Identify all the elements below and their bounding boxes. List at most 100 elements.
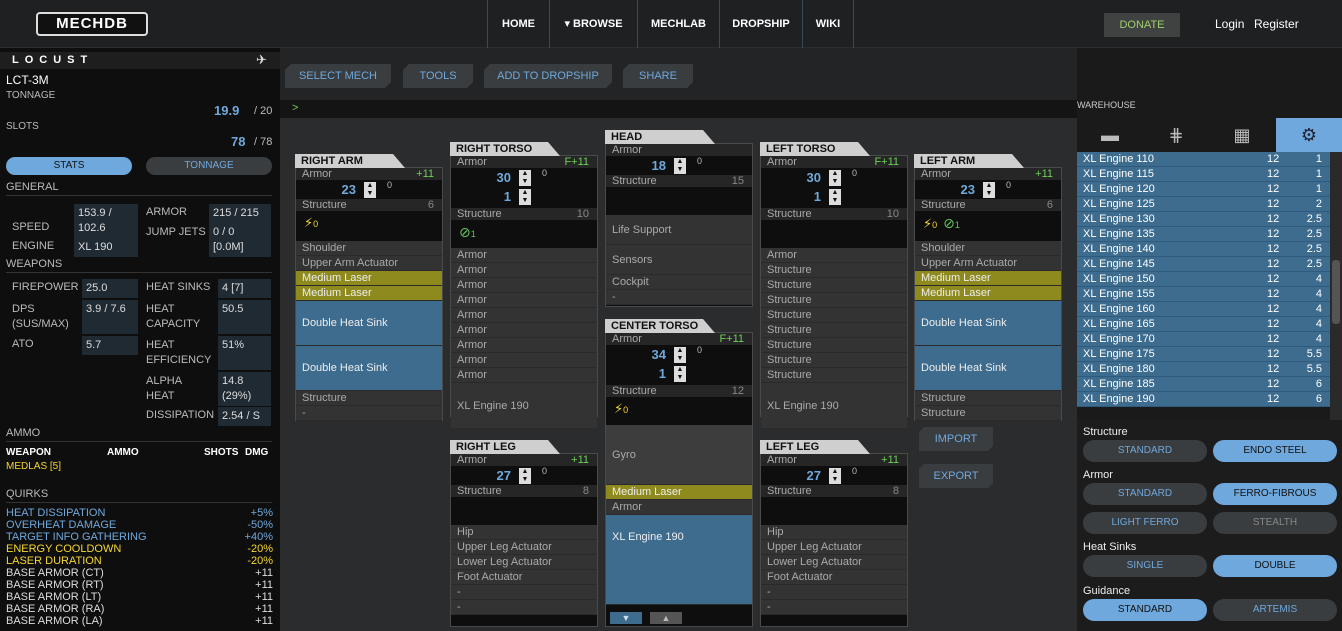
arrow-down-icon[interactable]: ▼ [829, 178, 841, 186]
equipment-slot[interactable]: Armor [451, 368, 597, 383]
equipment-slot[interactable]: Structure [761, 308, 907, 323]
arrow-up-icon[interactable]: ▲ [519, 468, 531, 476]
guidance-standard-option[interactable]: STANDARD [1083, 599, 1207, 621]
equipment-slot[interactable]: Medium Laser [915, 271, 1061, 286]
equipment-slot[interactable]: Double Heat Sink [296, 301, 442, 346]
center-torso-armor-slot[interactable]: Armor [606, 500, 752, 515]
share-button[interactable]: SHARE [623, 64, 693, 88]
equipment-slot[interactable]: Medium Laser [296, 286, 442, 301]
right-arm-armor-spinner[interactable]: ▲ ▼ [364, 182, 376, 198]
left-torso-rear-spinner[interactable]: ▲ ▼ [829, 189, 841, 205]
equipment-slot[interactable]: Lower Leg Actuator [761, 555, 907, 570]
equipment-slot[interactable]: Shoulder [915, 241, 1061, 256]
equipment-slot[interactable]: - [296, 406, 442, 421]
head-armor-spinner[interactable]: ▲ ▼ [674, 158, 686, 174]
center-torso-rear-armor-input[interactable]: 1 [630, 366, 670, 382]
heat-sinks-single-option[interactable]: SINGLE [1083, 555, 1207, 577]
arrow-up-icon[interactable]: ▲ [983, 182, 995, 190]
equipment-slot[interactable]: Upper Arm Actuator [915, 256, 1061, 271]
warehouse-item-row[interactable]: XL Engine 130 12 2.5 [1077, 212, 1330, 227]
warehouse-item-row[interactable]: XL Engine 185 12 6 [1077, 377, 1330, 392]
head-slot[interactable]: Life Support [606, 215, 752, 245]
nav-home[interactable]: HOME [487, 0, 549, 48]
arrow-down-icon[interactable]: ▼ [519, 476, 531, 484]
warehouse-tab-ammo[interactable]: ⋕ [1143, 118, 1209, 152]
head-armor-input[interactable]: 18 [630, 158, 670, 174]
arrow-down-icon[interactable]: ▼ [519, 197, 531, 205]
arrow-down-icon[interactable]: ▼ [829, 476, 841, 484]
warehouse-item-row[interactable]: XL Engine 170 12 4 [1077, 332, 1330, 347]
left-leg-armor-input[interactable]: 27 [785, 468, 825, 484]
equipment-slot[interactable]: Hip [761, 525, 907, 540]
login-link[interactable]: Login [1215, 17, 1244, 31]
arrow-up-icon[interactable]: ▲ [364, 182, 376, 190]
head-slot[interactable]: Cockpit [606, 275, 752, 290]
tonnage-tab[interactable]: TONNAGE [146, 157, 272, 175]
left-torso-engine-slot[interactable]: XL Engine 190 [761, 383, 907, 429]
mechdb-logo[interactable]: MECHDB [36, 12, 148, 36]
warehouse-item-row[interactable]: XL Engine 140 12 2.5 [1077, 242, 1330, 257]
left-arm-armor-input[interactable]: 23 [939, 182, 979, 198]
select-mech-button[interactable]: SELECT MECH [285, 64, 391, 88]
export-button[interactable]: EXPORT [919, 464, 993, 488]
right-arm-armor-input[interactable]: 23 [320, 182, 360, 198]
equipment-slot[interactable]: Structure [296, 391, 442, 406]
equipment-slot[interactable]: Structure [761, 293, 907, 308]
warehouse-item-row[interactable]: XL Engine 120 12 1 [1077, 182, 1330, 197]
equipment-slot[interactable]: Double Heat Sink [296, 346, 442, 391]
warehouse-item-row[interactable]: XL Engine 175 12 5.5 [1077, 347, 1330, 362]
equipment-slot[interactable]: Structure [761, 353, 907, 368]
warehouse-item-row[interactable]: XL Engine 125 12 2 [1077, 197, 1330, 212]
equipment-slot[interactable]: Structure [761, 368, 907, 383]
center-torso-armor-spinner[interactable]: ▲ ▼ [674, 347, 686, 363]
arrow-up-icon[interactable]: ▲ [674, 366, 686, 374]
right-leg-armor-spinner[interactable]: ▲ ▼ [519, 468, 531, 484]
warehouse-item-row[interactable]: XL Engine 165 12 4 [1077, 317, 1330, 332]
equipment-slot[interactable]: Armor [451, 248, 597, 263]
equipment-slot[interactable]: Structure [761, 278, 907, 293]
equipment-slot[interactable]: - [451, 585, 597, 600]
arrow-up-icon[interactable]: ▲ [674, 347, 686, 355]
equipment-slot[interactable]: Medium Laser [296, 271, 442, 286]
left-arm-armor-spinner[interactable]: ▲ ▼ [983, 182, 995, 198]
right-torso-armor-input[interactable]: 30 [475, 170, 515, 186]
armor-ferro-fibrous-option[interactable]: FERRO-FIBROUS [1213, 483, 1337, 505]
tools-button[interactable]: TOOLS [403, 64, 473, 88]
equipment-slot[interactable]: Armor [451, 308, 597, 323]
register-link[interactable]: Register [1254, 17, 1299, 31]
center-torso-armor-input[interactable]: 34 [630, 347, 670, 363]
right-leg-armor-input[interactable]: 27 [475, 468, 515, 484]
structure-standard-option[interactable]: STANDARD [1083, 440, 1207, 462]
equipment-slot[interactable]: Medium Laser [915, 286, 1061, 301]
warehouse-item-row[interactable]: XL Engine 180 12 5.5 [1077, 362, 1330, 377]
head-slot[interactable]: - [606, 290, 752, 305]
left-torso-armor-input[interactable]: 30 [785, 170, 825, 186]
scroll-up-button[interactable]: ▲ [650, 612, 682, 624]
right-torso-rear-armor-input[interactable]: 1 [475, 189, 515, 205]
equipment-slot[interactable]: Double Heat Sink [915, 301, 1061, 346]
arrow-up-icon[interactable]: ▲ [829, 170, 841, 178]
right-torso-engine-slot[interactable]: XL Engine 190 [451, 383, 597, 429]
warehouse-item-row[interactable]: XL Engine 135 12 2.5 [1077, 227, 1330, 242]
arrow-down-icon[interactable]: ▼ [519, 178, 531, 186]
warehouse-item-row[interactable]: XL Engine 155 12 4 [1077, 287, 1330, 302]
equipment-slot[interactable]: Armor [451, 263, 597, 278]
arrow-down-icon[interactable]: ▼ [674, 355, 686, 363]
equipment-slot[interactable]: Foot Actuator [451, 570, 597, 585]
equipment-slot[interactable]: Upper Arm Actuator [296, 256, 442, 271]
warehouse-scrollbar[interactable] [1330, 152, 1342, 420]
add-to-dropship-button[interactable]: ADD TO DROPSHIP [484, 64, 612, 88]
right-torso-rear-spinner[interactable]: ▲ ▼ [519, 189, 531, 205]
center-torso-engine-slot[interactable]: XL Engine 190 [606, 515, 752, 605]
warehouse-item-row[interactable]: XL Engine 160 12 4 [1077, 302, 1330, 317]
warehouse-item-row[interactable]: XL Engine 115 12 1 [1077, 167, 1330, 182]
equipment-slot[interactable]: Armor [451, 338, 597, 353]
scroll-down-button[interactable]: ▼ [610, 612, 642, 624]
left-torso-armor-spinner[interactable]: ▲ ▼ [829, 170, 841, 186]
structure-endo-steel-option[interactable]: ENDO STEEL [1213, 440, 1337, 462]
guidance-artemis-option[interactable]: ARTEMIS [1213, 599, 1337, 621]
equipment-slot[interactable]: - [761, 600, 907, 615]
equipment-slot[interactable]: Structure [761, 263, 907, 278]
warehouse-tab-weapons[interactable]: ▬ [1077, 118, 1143, 152]
equipment-slot[interactable]: Hip [451, 525, 597, 540]
